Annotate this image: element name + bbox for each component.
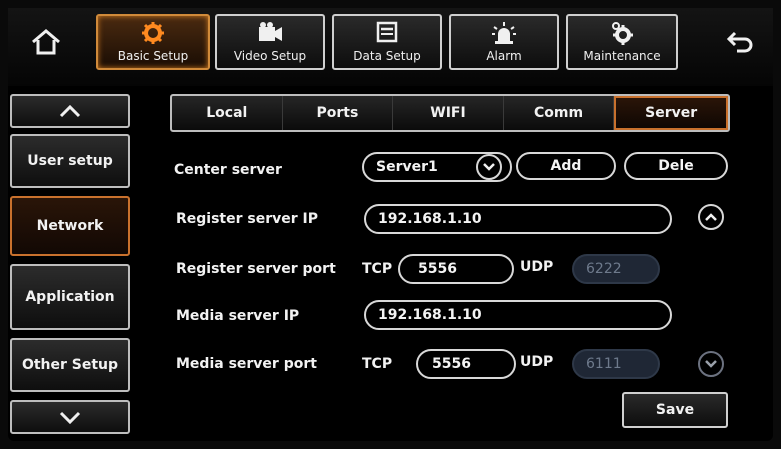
tcp-label: TCP [362,261,393,277]
register-udp-value: 6222 [586,261,622,277]
media-ip-label: Media server IP [176,308,300,324]
camera-icon [217,21,323,45]
media-tcp-input[interactable]: 5556 [416,349,516,379]
chevron-down-icon [705,360,717,368]
chevron-down-icon [483,163,495,171]
chevron-down-icon [59,411,81,424]
register-ip-value: 192.168.1.10 [378,211,482,227]
scroll-down-button[interactable] [698,351,724,377]
tab-label: Basic Setup [117,49,189,63]
maintenance-icon [568,21,676,45]
home-icon [32,29,60,55]
register-port-label: Register server port [176,261,336,277]
media-ip-value: 192.168.1.10 [378,307,482,323]
center-server-value: Server1 [376,159,438,175]
sidebar-item-application[interactable]: Application [10,264,130,330]
register-tcp-value: 5556 [418,261,457,277]
udp-label: UDP [520,259,554,275]
tab-label: Video Setup [233,49,307,63]
tab-label: Alarm [486,49,522,63]
media-udp-input: 6111 [572,349,660,379]
sidebar-item-label: User setup [27,153,113,169]
sidebar-item-label: Network [36,218,104,234]
center-server-label: Center server [174,162,282,178]
chevron-up-icon [59,104,81,118]
sidebar-item-label: Application [25,289,115,305]
scroll-up-button[interactable] [698,204,724,230]
tab-ports[interactable]: Ports [283,96,394,130]
data-icon [334,21,440,45]
register-tcp-input[interactable]: 5556 [398,254,514,284]
tab-maintenance[interactable]: Maintenance [566,14,678,70]
gear-icon [98,21,208,45]
udp-label: UDP [520,354,554,370]
back-icon [726,31,753,53]
tab-comm[interactable]: Comm [504,96,615,130]
tab-data-setup[interactable]: Data Setup [332,14,442,70]
sidebar-item-other-setup[interactable]: Other Setup [10,338,130,392]
sidebar-item-label: Other Setup [21,357,119,373]
alarm-icon [451,21,557,45]
delete-server-button[interactable]: Dele [624,152,728,180]
register-udp-input: 6222 [572,254,660,284]
nav-scroll-up-button[interactable] [10,94,130,128]
media-ip-input[interactable]: 192.168.1.10 [364,300,672,330]
tab-basic-setup[interactable]: Basic Setup [96,14,210,70]
nav-scroll-down-button[interactable] [10,400,130,434]
tab-label: Maintenance [583,49,661,63]
sidebar-item-user-setup[interactable]: User setup [10,134,130,188]
tab-label: Data Setup [353,49,421,63]
add-server-button[interactable]: Add [516,152,616,180]
media-port-label: Media server port [176,356,317,372]
tab-video-setup[interactable]: Video Setup [215,14,325,70]
register-ip-label: Register server IP [176,211,318,227]
tab-local[interactable]: Local [172,96,283,130]
media-tcp-value: 5556 [432,356,471,372]
tab-alarm[interactable]: Alarm [449,14,559,70]
save-button[interactable]: Save [622,392,728,428]
chevron-up-icon [705,213,717,221]
home-button[interactable] [26,22,66,62]
back-button[interactable] [720,22,760,62]
tab-server[interactable]: Server [614,96,728,130]
network-subtabs: Local Ports WIFI Comm Server [170,94,730,132]
media-udp-value: 6111 [586,356,622,372]
tab-wifi[interactable]: WIFI [393,96,504,130]
tcp-label: TCP [362,356,393,372]
sidebar-item-network[interactable]: Network [10,196,130,256]
register-ip-input[interactable]: 192.168.1.10 [364,204,672,234]
center-server-dropdown-button[interactable] [476,154,502,180]
